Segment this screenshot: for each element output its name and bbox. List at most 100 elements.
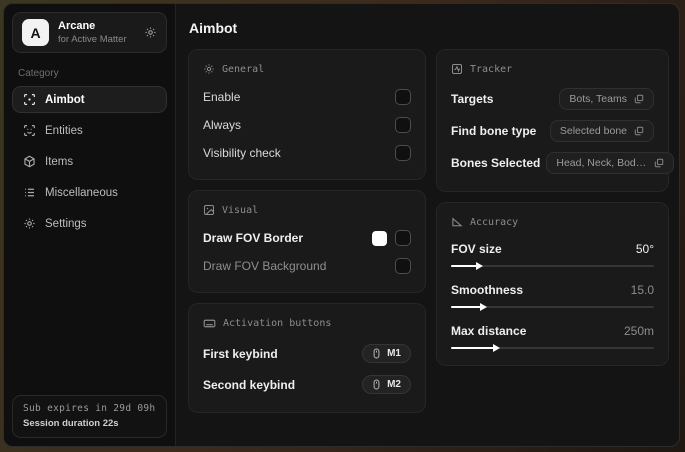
setting-row-first-keybind: First keybind M1 xyxy=(203,338,411,369)
mouse-icon xyxy=(371,348,382,359)
keybind-value: M1 xyxy=(387,348,401,359)
smoothness-slider[interactable] xyxy=(451,303,654,311)
scan-face-icon xyxy=(23,124,36,137)
app-window: A Arcane for Active Matter Category Aimb… xyxy=(3,3,680,447)
setting-label: Draw FOV Background xyxy=(203,259,327,273)
section-title: General xyxy=(222,63,265,75)
dropdown-value: Head, Neck, Body, Pe… xyxy=(556,157,647,169)
bones-selected-dropdown[interactable]: Head, Neck, Body, Pe… xyxy=(546,152,675,174)
fov-border-checkbox[interactable] xyxy=(395,230,411,246)
dropdown-value: Selected bone xyxy=(559,125,627,137)
activity-icon xyxy=(451,63,463,75)
app-subtitle: for Active Matter xyxy=(58,34,127,45)
keyboard-icon xyxy=(203,317,216,330)
setting-label: Find bone type xyxy=(451,124,537,138)
targets-dropdown[interactable]: Bots, Teams xyxy=(559,88,654,110)
second-keybind-button[interactable]: M2 xyxy=(362,375,411,394)
find-bone-type-dropdown[interactable]: Selected bone xyxy=(549,120,654,142)
setting-label: Always xyxy=(203,118,242,132)
sub-expiry-text: Sub expires in 29d 09h xyxy=(23,403,156,414)
app-identity: Arcane for Active Matter xyxy=(58,20,135,45)
fov-size-slider-block: FOV size 50° xyxy=(451,236,654,277)
subscription-info: Sub expires in 29d 09h Session duration … xyxy=(12,395,167,438)
sidebar-item-settings[interactable]: Settings xyxy=(12,210,167,237)
sidebar-item-aimbot[interactable]: Aimbot xyxy=(12,86,167,113)
setting-label: Bones Selected xyxy=(451,156,541,170)
main-content: Aimbot General Enable Always Visibility … xyxy=(176,4,679,446)
activation-section: Activation buttons First keybind M1 Seco… xyxy=(188,303,426,413)
sidebar-item-miscellaneous[interactable]: Miscellaneous xyxy=(12,179,167,206)
sun-icon xyxy=(203,63,215,75)
angle-icon xyxy=(451,216,463,228)
section-title: Activation buttons xyxy=(223,318,332,329)
sidebar-item-entities[interactable]: Entities xyxy=(12,117,167,144)
setting-row-enable: Enable xyxy=(203,83,411,111)
setting-row-second-keybind: Second keybind M2 xyxy=(203,369,411,400)
expand-icon xyxy=(634,126,644,136)
setting-label: Max distance xyxy=(451,324,527,338)
fov-size-slider[interactable] xyxy=(451,262,654,270)
setting-label: FOV size xyxy=(451,242,502,256)
cube-icon xyxy=(23,155,36,168)
image-icon xyxy=(203,204,215,216)
profile-card: A Arcane for Active Matter xyxy=(12,12,167,53)
list-icon xyxy=(23,186,36,199)
setting-row-bones-selected: Bones Selected Head, Neck, Body, Pe… xyxy=(451,147,675,179)
setting-row-fov-background: Draw FOV Background xyxy=(203,252,411,280)
setting-label: Enable xyxy=(203,90,241,104)
setting-row-find-bone-type: Find bone type Selected bone xyxy=(451,115,654,147)
session-duration-text: Session duration 22s xyxy=(23,418,119,429)
max-distance-slider-block: Max distance 250m xyxy=(451,318,654,353)
setting-label: Targets xyxy=(451,92,494,106)
setting-row-targets: Targets Bots, Teams xyxy=(451,83,654,115)
sidebar: A Arcane for Active Matter Category Aimb… xyxy=(4,4,176,446)
category-nav: Aimbot Entities Items Miscellaneous Sett… xyxy=(12,86,167,237)
section-title: Tracker xyxy=(470,63,513,75)
setting-row-visibility-check: Visibility check xyxy=(203,139,411,167)
slider-thumb[interactable] xyxy=(492,344,500,352)
gear-icon xyxy=(23,217,36,230)
expand-icon xyxy=(654,158,664,168)
sidebar-item-items[interactable]: Items xyxy=(12,148,167,175)
always-checkbox[interactable] xyxy=(395,117,411,133)
setting-row-fov-border: Draw FOV Border xyxy=(203,224,411,252)
app-name: Arcane xyxy=(58,20,96,32)
max-distance-slider[interactable] xyxy=(451,344,654,352)
tracker-section: Tracker Targets Bots, Teams Find bone ty… xyxy=(436,49,675,192)
smoothness-slider-block: Smoothness 15.0 xyxy=(451,277,654,318)
slider-value: 15.0 xyxy=(630,283,654,297)
sidebar-item-label: Settings xyxy=(45,217,87,230)
fov-border-color-swatch[interactable] xyxy=(372,230,387,246)
setting-label: Second keybind xyxy=(203,377,296,392)
sidebar-item-label: Aimbot xyxy=(45,93,85,106)
slider-value: 250m xyxy=(623,324,654,338)
setting-label: Visibility check xyxy=(203,146,281,160)
section-title: Accuracy xyxy=(470,216,519,228)
general-section: General Enable Always Visibility check xyxy=(188,49,426,180)
dropdown-value: Bots, Teams xyxy=(569,93,627,105)
mouse-icon xyxy=(371,379,382,390)
fov-background-checkbox[interactable] xyxy=(395,258,411,274)
sidebar-item-label: Entities xyxy=(45,124,83,137)
slider-value: 50° xyxy=(635,242,654,256)
visibility-check-checkbox[interactable] xyxy=(395,145,411,161)
setting-label: Draw FOV Border xyxy=(203,231,304,245)
crosshair-scan-icon xyxy=(23,93,36,106)
enable-checkbox[interactable] xyxy=(395,89,411,105)
page-title: Aimbot xyxy=(189,20,238,36)
gear-icon[interactable] xyxy=(144,26,157,39)
setting-label: First keybind xyxy=(203,346,278,361)
setting-label: Smoothness xyxy=(451,283,524,297)
sidebar-item-label: Miscellaneous xyxy=(45,186,118,199)
setting-row-always: Always xyxy=(203,111,411,139)
sidebar-item-label: Items xyxy=(45,155,74,168)
accuracy-section: Accuracy FOV size 50° Smoothness 15.0 Ma… xyxy=(436,202,669,366)
slider-thumb[interactable] xyxy=(476,262,484,270)
first-keybind-button[interactable]: M1 xyxy=(362,344,411,363)
slider-thumb[interactable] xyxy=(480,303,488,311)
expand-icon xyxy=(634,94,644,104)
section-title: Visual xyxy=(222,204,259,216)
app-logo: A xyxy=(22,19,49,46)
category-label: Category xyxy=(18,68,59,79)
keybind-value: M2 xyxy=(387,379,401,390)
